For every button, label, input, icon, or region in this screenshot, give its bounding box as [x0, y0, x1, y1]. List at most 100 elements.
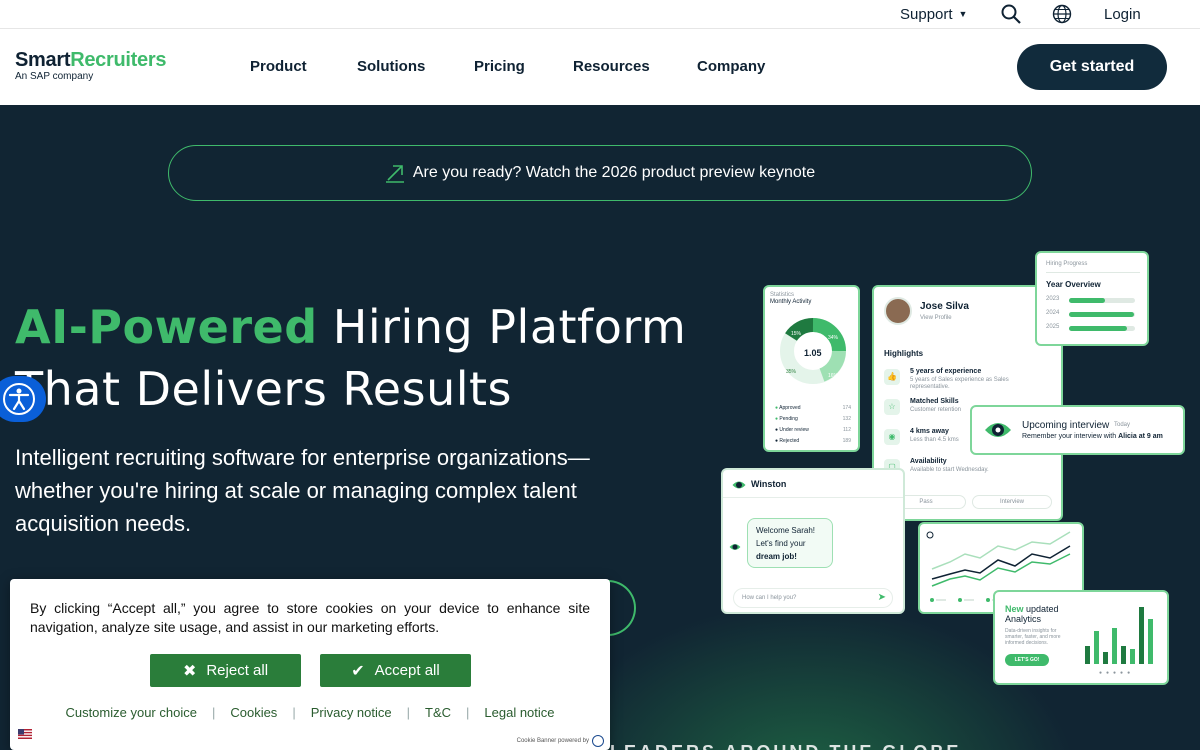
hero-subtitle: Intelligent recruiting software for ente… — [15, 445, 590, 536]
chat-bubble: Welcome Sarah! Let's find your dream job… — [747, 518, 833, 568]
highlight-icon: 👍 — [884, 369, 900, 385]
privacy-link[interactable]: Privacy notice — [311, 705, 392, 720]
nav-company[interactable]: Company — [697, 58, 765, 75]
legal-link[interactable]: Legal notice — [484, 705, 554, 720]
analytics-title: New updated — [1005, 604, 1059, 614]
seg-1: 15% — [791, 331, 802, 337]
analytics-bar — [1148, 619, 1153, 664]
support-label: Support — [900, 6, 953, 23]
chat-bot-name: Winston — [751, 479, 787, 489]
provider-logo-icon — [592, 735, 604, 747]
caret-down-icon: ▼ — [958, 9, 968, 19]
stats-card: Statistics Monthly Activity 1.05 15% 34%… — [763, 285, 860, 452]
winston-eye-icon — [984, 418, 1012, 442]
logo-part1: Smart — [15, 49, 71, 71]
accessibility-icon — [3, 383, 35, 415]
stats-legend: ● Approved 174 ● Pending 132 ● Under review 1… — [775, 402, 851, 446]
analytics-card: New updated Analytics Data-driven insigh… — [993, 590, 1169, 685]
progress-title: Year Overview — [1046, 280, 1101, 289]
chat-header — [723, 470, 903, 498]
stats-label: Statistics — [770, 292, 795, 298]
search-icon[interactable] — [1001, 4, 1021, 24]
profile-view-link[interactable]: View Profile — [920, 315, 952, 321]
tc-link[interactable]: T&C — [425, 705, 451, 720]
avatar — [884, 297, 912, 325]
profile-name: Jose Silva — [920, 301, 969, 312]
logo-tagline: An SAP company — [15, 71, 94, 82]
analytics-title-2: Analytics — [1005, 614, 1042, 624]
customize-link[interactable]: Customize your choice — [65, 705, 197, 720]
progress-year: 2023 — [1046, 296, 1060, 302]
hero-headline-line2: That Delivers Results — [15, 362, 513, 416]
highlight-item: 👍 5 years of experience 5 years of Sales e… — [884, 367, 1054, 397]
hiring-progress-card: Hiring Progress Year Overview 2023 2024 20… — [1035, 251, 1149, 346]
seg-3: 35% — [786, 369, 797, 375]
logo-part2: Recruiters — [70, 49, 167, 71]
analytics-bar — [1139, 607, 1144, 664]
accessibility-button[interactable] — [0, 376, 46, 422]
headline-rest: Hiring Platform — [317, 300, 687, 354]
progress-bar — [1069, 312, 1135, 317]
stats-legend-row: ● Approved 174 — [775, 404, 851, 411]
logo[interactable]: SmartRecruiters An SAP company — [15, 49, 166, 83]
progress-year: 2024 — [1046, 310, 1060, 316]
analytics-desc: Data-driven insights for smarter, faster… — [1005, 628, 1061, 646]
main-nav: SmartRecruiters An SAP company Product S… — [0, 29, 1200, 105]
nav-product[interactable]: Product — [250, 58, 307, 75]
get-started-button[interactable]: Get started — [1017, 44, 1167, 90]
interview-button[interactable]: Interview — [972, 495, 1052, 509]
seg-2: 34% — [828, 335, 839, 341]
send-icon[interactable]: ➤ — [878, 592, 886, 603]
hero-headline-line1: AI-Powered Hiring Platform — [15, 300, 686, 354]
progress-year: 2025 — [1046, 324, 1060, 330]
winston-avatar-icon — [732, 481, 746, 489]
stats-title: Monthly Activity — [770, 299, 812, 305]
language-flag-icon[interactable] — [18, 729, 32, 739]
analytics-bar — [1085, 646, 1090, 664]
highlight-item: ▢ Availability Available to start Wednesda… — [884, 457, 1054, 487]
analytics-bar — [1121, 646, 1126, 664]
utility-bar: Support ▼ Login — [0, 0, 1200, 29]
nav-solutions[interactable]: Solutions — [357, 58, 425, 75]
stats-heading: LEADERS AROUND THE GLOBE — [610, 742, 961, 750]
analytics-bar — [1112, 628, 1117, 664]
stats-legend-row: ● Under review 112 — [775, 426, 851, 433]
nav-resources[interactable]: Resources — [573, 58, 650, 75]
analytics-bar — [1094, 631, 1099, 664]
cookie-links: Customize your choice | Cookies | Privacy … — [65, 705, 555, 720]
login-link[interactable]: Login — [1104, 6, 1141, 23]
close-icon: ✖ — [182, 662, 197, 680]
cookie-text: By clicking “Accept all,” you agree to s… — [30, 600, 590, 635]
interview-desc: Remember your interview with Alicia at 9… — [1022, 433, 1163, 440]
interview-when: Today — [1114, 422, 1131, 428]
winston-small-icon — [729, 544, 741, 550]
cookie-banner: By clicking “Accept all,” you agree to s… — [10, 579, 610, 750]
stats-legend-row: ● Rejected 189 — [775, 437, 851, 444]
support-menu[interactable]: Support ▼ — [900, 6, 967, 23]
progress-label: Hiring Progress — [1046, 261, 1088, 267]
chat-input[interactable]: How can I help you? ➤ — [733, 588, 893, 608]
upcoming-interview-card: Upcoming interview Today Remember your i… — [970, 405, 1185, 455]
chat-card: Winston Welcome Sarah! Let's find your d… — [721, 468, 905, 614]
keynote-banner[interactable]: Are you ready? Watch the 2026 product pr… — [168, 145, 1032, 201]
analytics-pager: ●●●●● — [1099, 670, 1135, 676]
accept-all-button[interactable]: ✔ Accept all — [320, 654, 471, 687]
donut-value: 1.05 — [804, 348, 822, 358]
cookies-link[interactable]: Cookies — [230, 705, 277, 720]
analytics-bar — [1103, 652, 1108, 664]
nav-pricing[interactable]: Pricing — [474, 58, 525, 75]
stats-legend-row: ● Pending 132 — [775, 415, 851, 422]
progress-bar — [1069, 326, 1135, 331]
highlights-title: Highlights — [884, 349, 924, 358]
lets-go-button[interactable]: LET'S GO! — [1005, 654, 1049, 666]
highlight-icon: ☆ — [884, 399, 900, 415]
progress-bar — [1069, 298, 1135, 303]
reject-all-button[interactable]: ✖ Reject all — [150, 654, 301, 687]
analytics-bar-chart — [1085, 607, 1153, 664]
seg-4: 16% — [828, 373, 839, 379]
banner-text: Are you ready? Watch the 2026 product pr… — [412, 164, 816, 181]
check-icon: ✔ — [351, 662, 365, 680]
interview-title: Upcoming interview — [1022, 420, 1110, 431]
analytics-bar — [1130, 649, 1135, 664]
globe-icon[interactable] — [1052, 4, 1072, 24]
